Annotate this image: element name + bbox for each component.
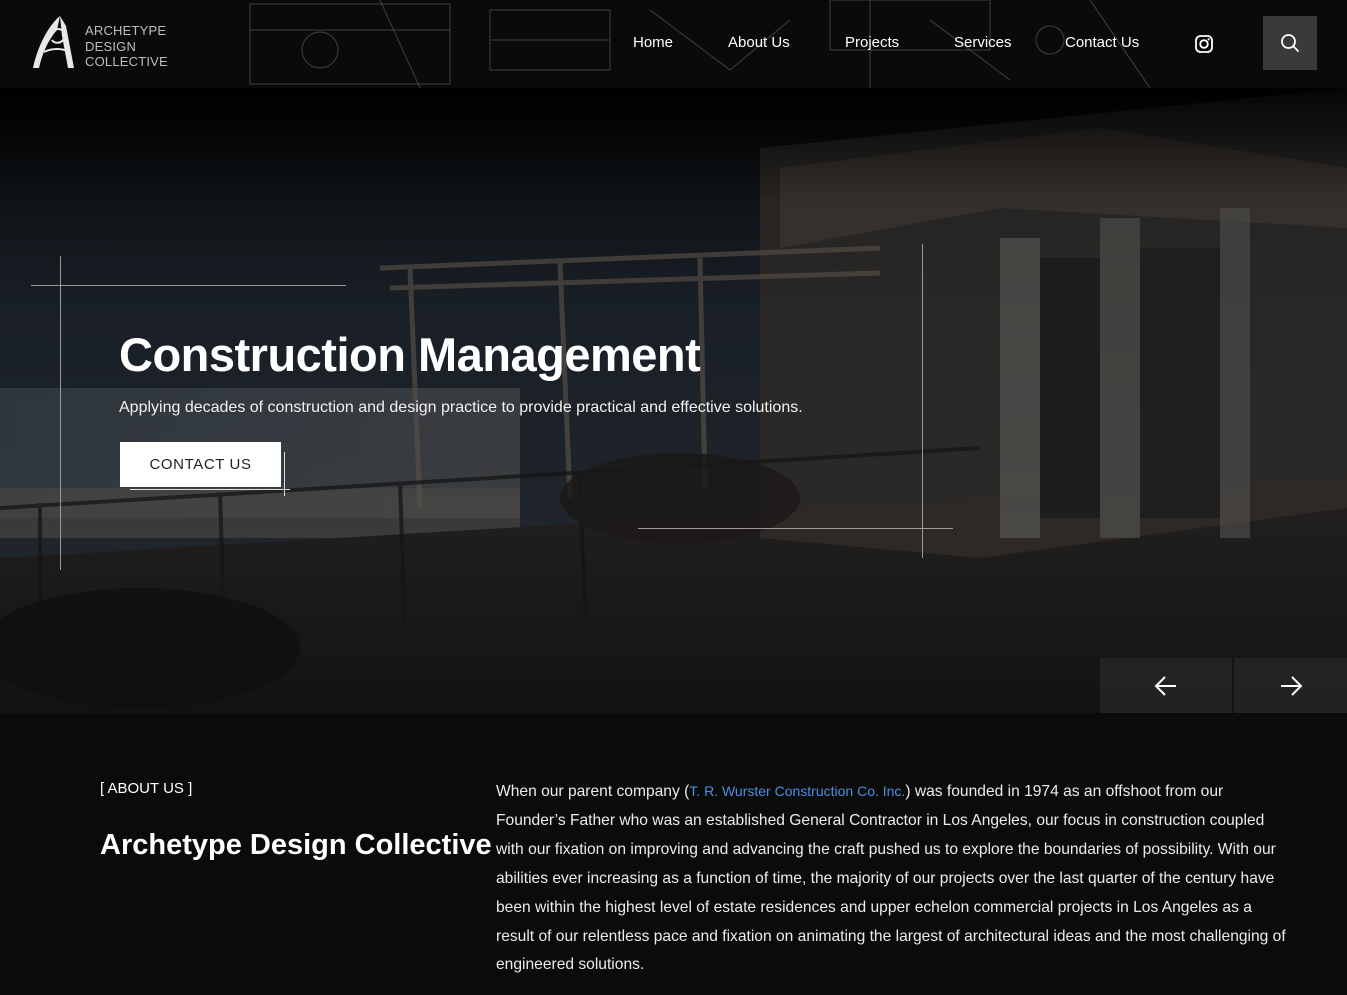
contact-us-button[interactable]: CONTACT US	[120, 442, 281, 487]
frame-line-left	[60, 256, 61, 570]
about-text-start: When our parent company (	[496, 783, 690, 800]
about-section-label: [ ABOUT US ]	[100, 780, 193, 797]
instagram-icon[interactable]	[1194, 34, 1214, 54]
arrow-left-icon	[1154, 675, 1176, 696]
blueprint-decoration	[249, 0, 1151, 88]
nav-home[interactable]: Home	[633, 34, 673, 51]
search-icon	[1281, 34, 1299, 52]
slider-next-button[interactable]	[1234, 658, 1347, 713]
arrow-right-icon	[1280, 675, 1302, 696]
logo-line-3: COLLECTIVE	[85, 54, 168, 69]
hero-title: Construction Management	[119, 328, 701, 381]
site-header: ARCHETYPE DESIGN COLLECTIVE Home About U…	[0, 0, 1347, 88]
search-button[interactable]	[1263, 16, 1317, 70]
about-section: [ ABOUT US ] Archetype Design Collective…	[0, 713, 1347, 995]
about-text-rest: ) was founded in 1974 as an offshoot fro…	[496, 783, 1286, 974]
slider-prev-button[interactable]	[1100, 658, 1232, 713]
frame-line-top-left	[31, 285, 346, 286]
logo-line-1: ARCHETYPE	[85, 23, 167, 38]
hero-subtitle: Applying decades of construction and des…	[119, 399, 803, 416]
logo-line-2: DESIGN	[85, 38, 137, 54]
about-heading: Archetype Design Collective	[100, 829, 492, 861]
nav-about-us[interactable]: About Us	[728, 34, 790, 51]
nav-projects[interactable]: Projects	[845, 34, 899, 51]
logo-a-mark-icon	[33, 16, 74, 68]
logo-wordmark: ARCHETYPE DESIGN COLLECTIVE	[85, 23, 168, 70]
button-accent-line-horizontal	[130, 489, 290, 490]
about-paragraph: When our parent company (T. R. Wurster C…	[496, 777, 1286, 980]
parent-company-link[interactable]: T. R. Wurster Construction Co. Inc.	[689, 783, 905, 799]
frame-line-right	[922, 244, 923, 558]
frame-line-bottom-right	[638, 528, 953, 529]
hero-slider: Construction Management Applying decades…	[0, 88, 1347, 713]
nav-services[interactable]: Services	[954, 34, 1012, 51]
site-logo[interactable]: ARCHETYPE DESIGN COLLECTIVE	[30, 14, 170, 72]
nav-contact-us[interactable]: Contact Us	[1065, 34, 1139, 51]
